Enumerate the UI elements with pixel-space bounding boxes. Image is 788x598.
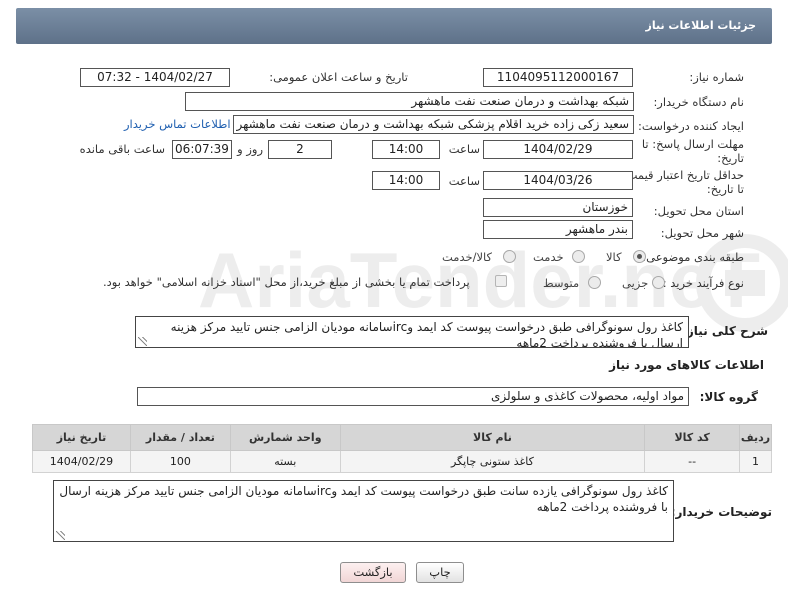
goods-group-field: مواد اولیه، محصولات کاغذی و سلولزی	[137, 387, 689, 406]
province-label: استان محل تحویل:	[653, 204, 744, 218]
days-label: روز و	[237, 142, 263, 156]
col-row: ردیف	[739, 424, 772, 451]
need-number-field: 1104095112000167	[483, 68, 633, 87]
category-radio-goods[interactable]	[633, 250, 646, 263]
col-need-date: تاریخ نیاز	[32, 424, 131, 451]
category-label: طبقه بندی موضوعی:	[642, 250, 744, 264]
cell-code: --	[644, 450, 741, 473]
category-radio-service[interactable]	[572, 250, 585, 263]
col-code: کد کالا	[644, 424, 741, 451]
need-number-label: شماره نیاز:	[689, 70, 744, 84]
payment-note: پرداخت تمام یا بخشی از مبلغ خرید،از محل …	[103, 275, 470, 289]
description-label: شرح کلی نیاز:	[682, 324, 768, 338]
province-field: خوزستان	[483, 198, 633, 217]
deadline-hour-label: ساعت	[448, 142, 480, 156]
process-radio-minor[interactable]	[652, 276, 665, 289]
table-row: 1 -- کاغذ ستونی چاپگر بسته 100 1404/02/2…	[32, 450, 772, 473]
remaining-days-field: 2	[268, 140, 332, 159]
announce-datetime-label: تاریخ و ساعت اعلان عمومی:	[269, 70, 408, 84]
deadline-label: مهلت ارسال پاسخ: تا تاریخ:	[641, 137, 744, 165]
category-radio-goods-service[interactable]	[503, 250, 516, 263]
validity-hour-label: ساعت	[448, 174, 480, 188]
goods-table-header: ردیف کد کالا نام کالا واحد شمارش تعداد /…	[32, 424, 772, 451]
validity-date-field: 1404/03/26	[483, 171, 633, 190]
category-goods-label: کالا	[606, 250, 622, 264]
cell-name: کاغذ ستونی چاپگر	[339, 450, 646, 473]
goods-info-heading: اطلاعات کالاهای مورد نیاز	[609, 358, 764, 372]
process-radio-medium[interactable]	[588, 276, 601, 289]
goods-group-label: گروه کالا:	[699, 390, 758, 404]
col-quantity: تعداد / مقدار	[129, 424, 231, 451]
announce-datetime-field: 1404/02/27 - 07:32	[80, 68, 230, 87]
city-label: شهر محل تحویل:	[660, 226, 744, 240]
process-medium-label: متوسط	[543, 276, 580, 290]
buyer-notes-label: توضیحات خریدار:	[670, 505, 772, 519]
price-validity-label: حداقل تاریخ اعتبار قیمت: تا تاریخ:	[622, 168, 744, 196]
buyer-org-field: شبکه بهداشت و درمان صنعت نفت ماهشهر	[185, 92, 634, 111]
category-service-label: خدمت	[533, 250, 564, 264]
category-goods-service-label: کالا/خدمت	[442, 250, 493, 264]
city-field: بندر ماهشهر	[483, 220, 633, 239]
resize-handle-icon[interactable]	[138, 337, 147, 346]
description-textarea: کاغذ رول سونوگرافی طبق درخواست پیوست کد …	[135, 316, 689, 348]
cell-unit: بسته	[229, 450, 341, 473]
deadline-time-field: 14:00	[372, 140, 440, 159]
process-minor-label: جزیی	[622, 276, 649, 290]
buyer-contact-link[interactable]: اطلاعات تماس خریدار	[124, 117, 231, 131]
requester-field: سعید زکی زاده خرید اقلام پزشکی شبکه بهدا…	[233, 115, 634, 134]
deadline-date-field: 1404/02/29	[483, 140, 633, 159]
page-title: جزئیات اطلاعات نیاز	[645, 19, 757, 32]
goods-table: ردیف کد کالا نام کالا واحد شمارش تعداد /…	[32, 424, 772, 473]
buyer-org-label: نام دستگاه خریدار:	[653, 95, 744, 109]
col-unit: واحد شمارش	[229, 424, 341, 451]
buyer-notes-textarea: کاغذ رول سونوگرافی یازده سانت طبق درخواس…	[53, 480, 674, 542]
col-name: نام کالا	[339, 424, 646, 451]
remaining-label: ساعت باقی مانده	[79, 142, 165, 156]
buyer-notes-text: کاغذ رول سونوگرافی یازده سانت طبق درخواس…	[59, 484, 668, 514]
description-text: کاغذ رول سونوگرافی طبق درخواست پیوست کد …	[170, 320, 683, 348]
cell-need-date: 1404/02/29	[32, 450, 131, 473]
validity-time-field: 14:00	[372, 171, 440, 190]
back-button[interactable]: بازگشت	[340, 562, 406, 583]
cell-row: 1	[739, 450, 772, 473]
treasury-checkbox[interactable]	[495, 275, 507, 287]
process-type-label: نوع فرآیند خرید :	[662, 276, 744, 290]
page-header: جزئیات اطلاعات نیاز	[16, 8, 772, 44]
resize-handle-icon[interactable]	[56, 531, 65, 540]
print-button[interactable]: چاپ	[416, 562, 464, 583]
requester-label: ایجاد کننده درخواست:	[638, 119, 744, 133]
cell-quantity: 100	[129, 450, 231, 473]
remaining-time-field: 06:07:39	[172, 140, 232, 159]
